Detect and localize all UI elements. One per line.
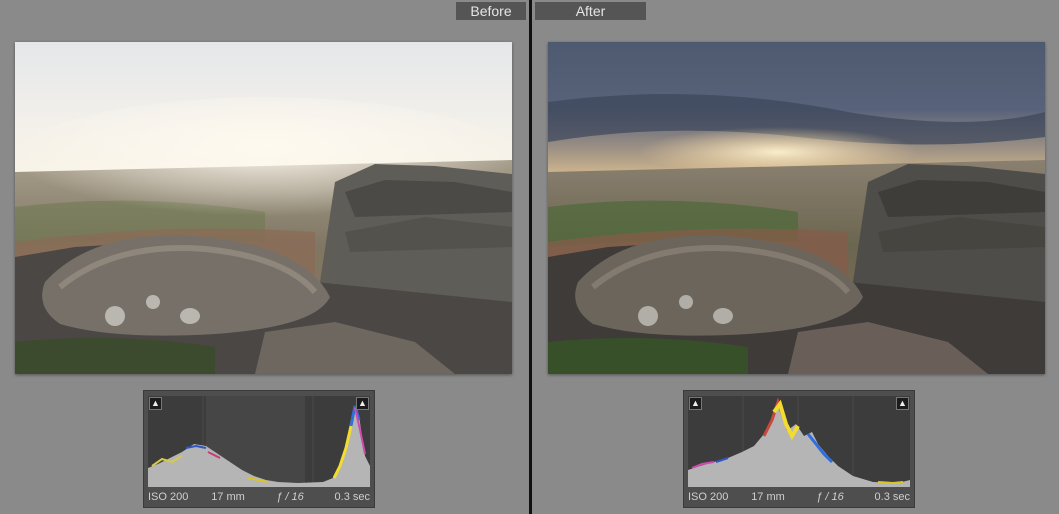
before-photo[interactable] xyxy=(15,42,512,374)
before-histogram xyxy=(148,396,370,487)
shutter-value: 0.3 sec xyxy=(334,491,370,503)
before-pane: Before ▲ ▲ ISO 200 17 mm ƒ / 16 0.3 sec xyxy=(0,0,529,514)
aperture-value: ƒ / 16 xyxy=(816,491,844,503)
highlight-clipping-icon[interactable]: ▲ xyxy=(896,397,909,410)
before-histogram-panel: ▲ ▲ ISO 200 17 mm ƒ / 16 0.3 sec xyxy=(143,390,375,508)
shadow-clipping-icon[interactable]: ▲ xyxy=(149,397,162,410)
shutter-value: 0.3 sec xyxy=(874,491,910,503)
before-label: Before xyxy=(456,2,526,20)
before-exif-row: ISO 200 17 mm ƒ / 16 0.3 sec xyxy=(148,489,370,505)
after-photo[interactable] xyxy=(548,42,1045,374)
focal-length-value: 17 mm xyxy=(211,491,245,503)
iso-value: ISO 200 xyxy=(148,491,189,503)
after-exif-row: ISO 200 17 mm ƒ / 16 0.3 sec xyxy=(688,489,910,505)
after-label: After xyxy=(535,2,646,20)
shadow-clipping-icon[interactable]: ▲ xyxy=(689,397,702,410)
after-histogram xyxy=(688,396,910,487)
iso-value: ISO 200 xyxy=(688,491,729,503)
focal-length-value: 17 mm xyxy=(751,491,785,503)
after-pane: After ▲ ▲ ISO 200 17 mm ƒ / 16 0.3 sec xyxy=(532,0,1059,514)
aperture-value: ƒ / 16 xyxy=(276,491,304,503)
highlight-clipping-icon[interactable]: ▲ xyxy=(356,397,369,410)
after-histogram-panel: ▲ ▲ ISO 200 17 mm ƒ / 16 0.3 sec xyxy=(683,390,915,508)
